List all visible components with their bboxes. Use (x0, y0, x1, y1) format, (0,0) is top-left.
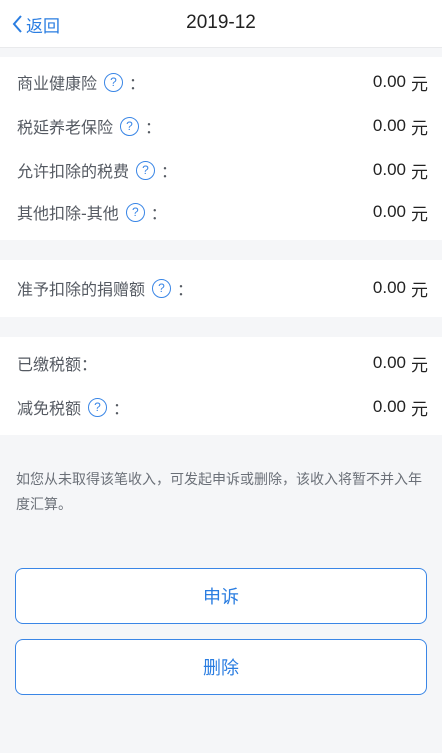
row-value: 0.00 (372, 397, 406, 416)
donation-section: 准予扣除的捐赠额 ? ： 0.00 元 (0, 260, 442, 317)
help-icon[interactable]: ? (125, 202, 145, 222)
row-unit: 元 (411, 118, 428, 139)
row-tax-deferred-pension: 税延养老保险 ? ： 0.00 元 (0, 104, 442, 148)
row-deductible-donation: 准予扣除的捐赠额 ? ： 0.00 元 (0, 266, 442, 310)
row-label: 其他扣除-其他 (17, 204, 119, 223)
row-colon: ： (150, 204, 167, 223)
row-colon: ： (129, 74, 146, 93)
row-label: 商业健康险 (17, 74, 98, 93)
delete-button[interactable]: 删除 (15, 639, 427, 695)
row-unit: 元 (411, 162, 428, 183)
help-icon[interactable]: ? (136, 160, 156, 180)
row-label: 允许扣除的税费 (17, 162, 130, 181)
row-unit: 元 (411, 355, 428, 376)
row-colon: ： (161, 162, 178, 181)
row-colon: ： (145, 118, 162, 137)
row-value: 0.00 (372, 116, 406, 135)
tax-section: 已缴税额： 0.00 元 减免税额 ? ： 0.00 元 (0, 337, 442, 435)
row-label: 已缴税额： (17, 355, 98, 374)
row-value: 0.00 (372, 353, 406, 372)
row-tax-paid: 已缴税额： 0.00 元 (0, 341, 442, 385)
row-colon: ： (113, 399, 130, 418)
row-unit: 元 (411, 204, 428, 225)
top-nav-bar: 返回 2019-12 (0, 0, 442, 48)
row-label: 准予扣除的捐赠额 (17, 280, 146, 299)
row-commercial-health-insurance: 商业健康险 ? ： 0.00 元 (0, 60, 442, 104)
row-unit: 元 (411, 399, 428, 420)
row-value: 0.00 (372, 278, 406, 297)
help-icon[interactable]: ? (88, 397, 108, 417)
row-tax-reduction: 减免税额 ? ： 0.00 元 (0, 385, 442, 429)
row-colon: ： (177, 280, 194, 299)
row-allowed-deductible-taxes: 允许扣除的税费 ? ： 0.00 元 (0, 148, 442, 192)
page-title: 2019-12 (186, 12, 256, 33)
help-icon[interactable]: ? (104, 72, 124, 92)
info-note: 如您从未取得该笔收入，可发起申诉或删除，该收入将暂不并入年度汇算。 (16, 472, 422, 513)
row-value: 0.00 (372, 160, 406, 179)
row-label: 减免税额 (17, 399, 82, 418)
row-unit: 元 (411, 74, 428, 95)
row-other-deductions: 其他扣除-其他 ? ： 0.00 元 (0, 190, 442, 234)
row-label: 税延养老保险 (17, 118, 114, 137)
help-icon[interactable]: ? (152, 278, 172, 298)
row-unit: 元 (411, 280, 428, 301)
row-value: 0.00 (372, 202, 406, 221)
help-icon[interactable]: ? (120, 116, 140, 136)
row-value: 0.00 (372, 72, 406, 91)
appeal-button[interactable]: 申诉 (15, 568, 427, 624)
deductions-section: 商业健康险 ? ： 0.00 元 税延养老保险 ? ： 0.00 元 允许扣除的… (0, 57, 442, 240)
